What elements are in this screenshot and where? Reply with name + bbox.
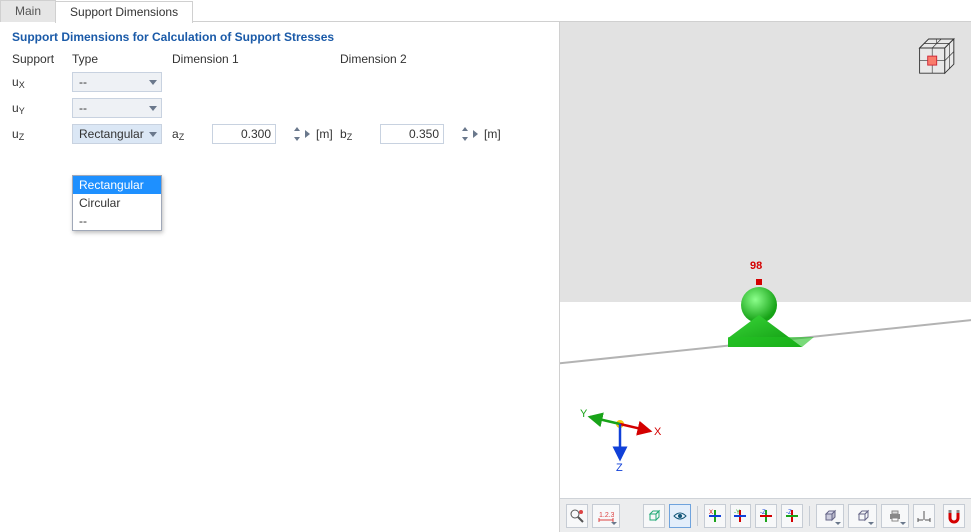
print-icon[interactable] [881,504,909,528]
dim2-spinner[interactable] [460,124,478,144]
svg-text:-Y: -Y [734,510,740,516]
col-dim2: Dimension 2 [340,52,508,66]
scale-icon[interactable] [913,504,935,528]
svg-text:-Z: -Z [760,510,766,516]
chevron-down-icon [900,522,906,525]
section-title: Support Dimensions for Calculation of Su… [12,30,547,44]
chevron-down-icon [611,522,617,525]
spin-down-icon[interactable] [292,134,302,144]
viewport-toolbar: 1.2.3 X -Y -Z -Z [560,498,971,532]
dim2-unit: [m] [478,127,508,141]
dim1-value-input[interactable]: 0.300 [212,124,276,144]
home-magnet-icon[interactable] [943,504,965,528]
dim1-spinner[interactable] [292,124,310,144]
axis-y-label: Y [580,408,588,420]
combo-uy-type[interactable]: -- [72,98,162,118]
axis-x-label: X [654,426,662,438]
combo-ux-type[interactable]: -- [72,72,162,92]
row-uy-label: uY [12,101,72,115]
dropdown-opt-none[interactable]: -- [73,212,161,230]
dim1-label: aZ [172,127,212,141]
axis-triad: X Y Z [570,399,670,482]
chevron-down-icon [149,106,157,111]
dim2-label: bZ [340,127,380,141]
combo-uz-type[interactable]: Rectangular [72,124,162,144]
view-eyepoint-icon[interactable] [669,504,691,528]
chevron-down-icon [149,80,157,85]
dropdown-opt-circular[interactable]: Circular [73,194,161,212]
chevron-down-icon [149,132,157,137]
nav-cube[interactable] [907,30,961,84]
col-type: Type [72,52,172,66]
svg-text:-Z: -Z [786,510,792,516]
magnify-node-icon[interactable] [566,504,588,528]
dim1-unit: [m] [310,127,340,141]
col-dim1: Dimension 1 [172,52,340,66]
tab-main[interactable]: Main [0,0,56,22]
view-cube-icon[interactable] [643,504,665,528]
render-normal-icon[interactable] [816,504,844,528]
spin-up-icon[interactable] [460,124,470,134]
axis-y-icon[interactable]: -Y [730,504,752,528]
dimension-icon[interactable]: 1.2.3 [592,504,620,528]
tab-support-dimensions[interactable]: Support Dimensions [55,1,193,23]
axis-x-icon[interactable]: X [704,504,726,528]
col-support: Support [12,52,72,66]
combo-uz-type-popup[interactable]: Rectangular Circular -- [72,175,162,231]
render-wire-icon[interactable] [848,504,876,528]
left-panel: Support Dimensions for Calculation of Su… [0,22,560,532]
axis-xz-icon[interactable]: -Z [755,504,777,528]
svg-text:1.2.3: 1.2.3 [599,512,614,519]
svg-text:X: X [709,510,713,516]
support-model [728,277,818,360]
axis-yz-icon[interactable]: -Z [781,504,803,528]
spin-down-icon[interactable] [460,134,470,144]
dropdown-opt-rectangular[interactable]: Rectangular [73,176,161,194]
row-uz-label: uZ [12,127,72,141]
chevron-down-icon [835,522,841,525]
dim2-value-input[interactable]: 0.350 [380,124,444,144]
spin-up-icon[interactable] [292,124,302,134]
node-label: 98 [750,260,762,272]
chevron-down-icon [868,522,874,525]
row-ux-label: uX [12,75,72,89]
axis-z-label: Z [616,462,623,474]
viewport-3d[interactable]: 98 [560,22,971,532]
